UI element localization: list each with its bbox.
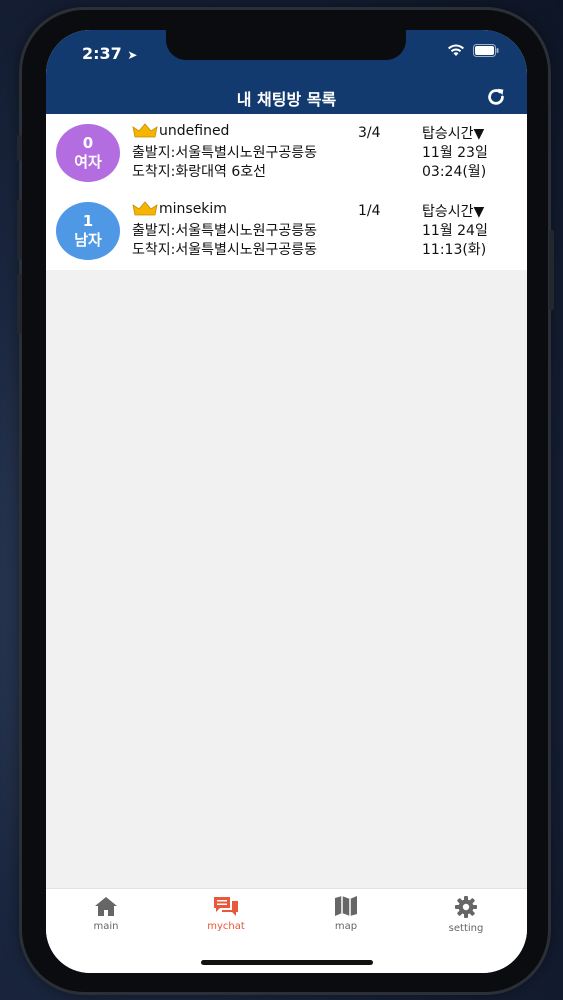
- chat-room-row[interactable]: 1 남자 minsekim 출발지:서울특별시노원구공릉동 도착지:서울특별시노…: [46, 192, 527, 270]
- power-button: [549, 230, 554, 310]
- page-title: 내 채팅방 목록: [236, 90, 337, 109]
- volume-down-button: [17, 274, 22, 334]
- boarding-time-label: 탑승시간▼: [422, 204, 485, 220]
- boarding-date: 11월 23일: [422, 145, 488, 161]
- status-time-text: 2:37: [82, 44, 122, 63]
- app-screen: 2:37 ➤ 내 채팅방 목록 0 여자 undefined 출발지:서울특별시…: [46, 30, 527, 973]
- gear-icon: [455, 896, 477, 918]
- crown-icon: [132, 123, 158, 138]
- crown-icon: [132, 201, 158, 216]
- volume-up-button: [17, 200, 22, 260]
- status-time: 2:37 ➤: [82, 44, 137, 63]
- room-owner: minsekim: [132, 201, 227, 217]
- chat-room-row[interactable]: 0 여자 undefined 출발지:서울특별시노원구공릉동 도착지:화랑대역 …: [46, 114, 527, 192]
- chat-room-list: 0 여자 undefined 출발지:서울특별시노원구공릉동 도착지:화랑대역 …: [46, 114, 527, 270]
- status-icons: [447, 44, 499, 57]
- tab-map[interactable]: map: [286, 895, 406, 945]
- room-avatar: 0 여자: [56, 124, 120, 182]
- home-indicator: [201, 960, 373, 965]
- app-header: 2:37 ➤ 내 채팅방 목록: [46, 30, 527, 114]
- tab-main[interactable]: main: [46, 895, 166, 945]
- boarding-time: 11:13(화): [422, 242, 487, 258]
- destination-text: 도착지:서울특별시노원구공릉동: [132, 242, 318, 258]
- departure-text: 출발지:서울특별시노원구공릉동: [132, 223, 318, 239]
- boarding-time-label: 탑승시간▼: [422, 126, 485, 142]
- location-arrow-icon: ➤: [127, 48, 138, 62]
- avatar-gender: 남자: [74, 231, 102, 249]
- departure-text: 출발지:서울특별시노원구공릉동: [132, 145, 318, 161]
- tab-setting[interactable]: setting: [406, 895, 526, 945]
- destination-text: 도착지:화랑대역 6호선: [132, 164, 266, 180]
- battery-icon: [473, 44, 499, 57]
- chat-icon: [214, 897, 238, 916]
- room-avatar: 1 남자: [56, 202, 120, 260]
- tab-label: mychat: [207, 921, 245, 932]
- bottom-tab-bar: main mychat map setting: [46, 888, 527, 973]
- refresh-icon[interactable]: [485, 86, 507, 108]
- boarding-date: 11월 24일: [422, 223, 488, 239]
- map-icon: [335, 896, 357, 916]
- owner-name: undefined: [159, 123, 230, 139]
- tab-label: main: [93, 921, 119, 932]
- tab-label: setting: [448, 923, 484, 934]
- avatar-count: 0: [82, 134, 94, 152]
- home-icon: [95, 897, 117, 916]
- mute-switch: [17, 135, 22, 161]
- occupancy-count: 1/4: [358, 203, 381, 219]
- wifi-icon: [448, 44, 464, 56]
- occupancy-count: 3/4: [358, 125, 381, 141]
- room-owner: undefined: [132, 123, 229, 139]
- owner-name: minsekim: [159, 201, 227, 217]
- avatar-gender: 여자: [74, 153, 102, 171]
- avatar-count: 1: [82, 212, 94, 230]
- boarding-time: 03:24(월): [422, 164, 487, 180]
- tab-label: map: [334, 921, 358, 932]
- notch: [166, 30, 406, 60]
- tab-mychat[interactable]: mychat: [166, 895, 286, 945]
